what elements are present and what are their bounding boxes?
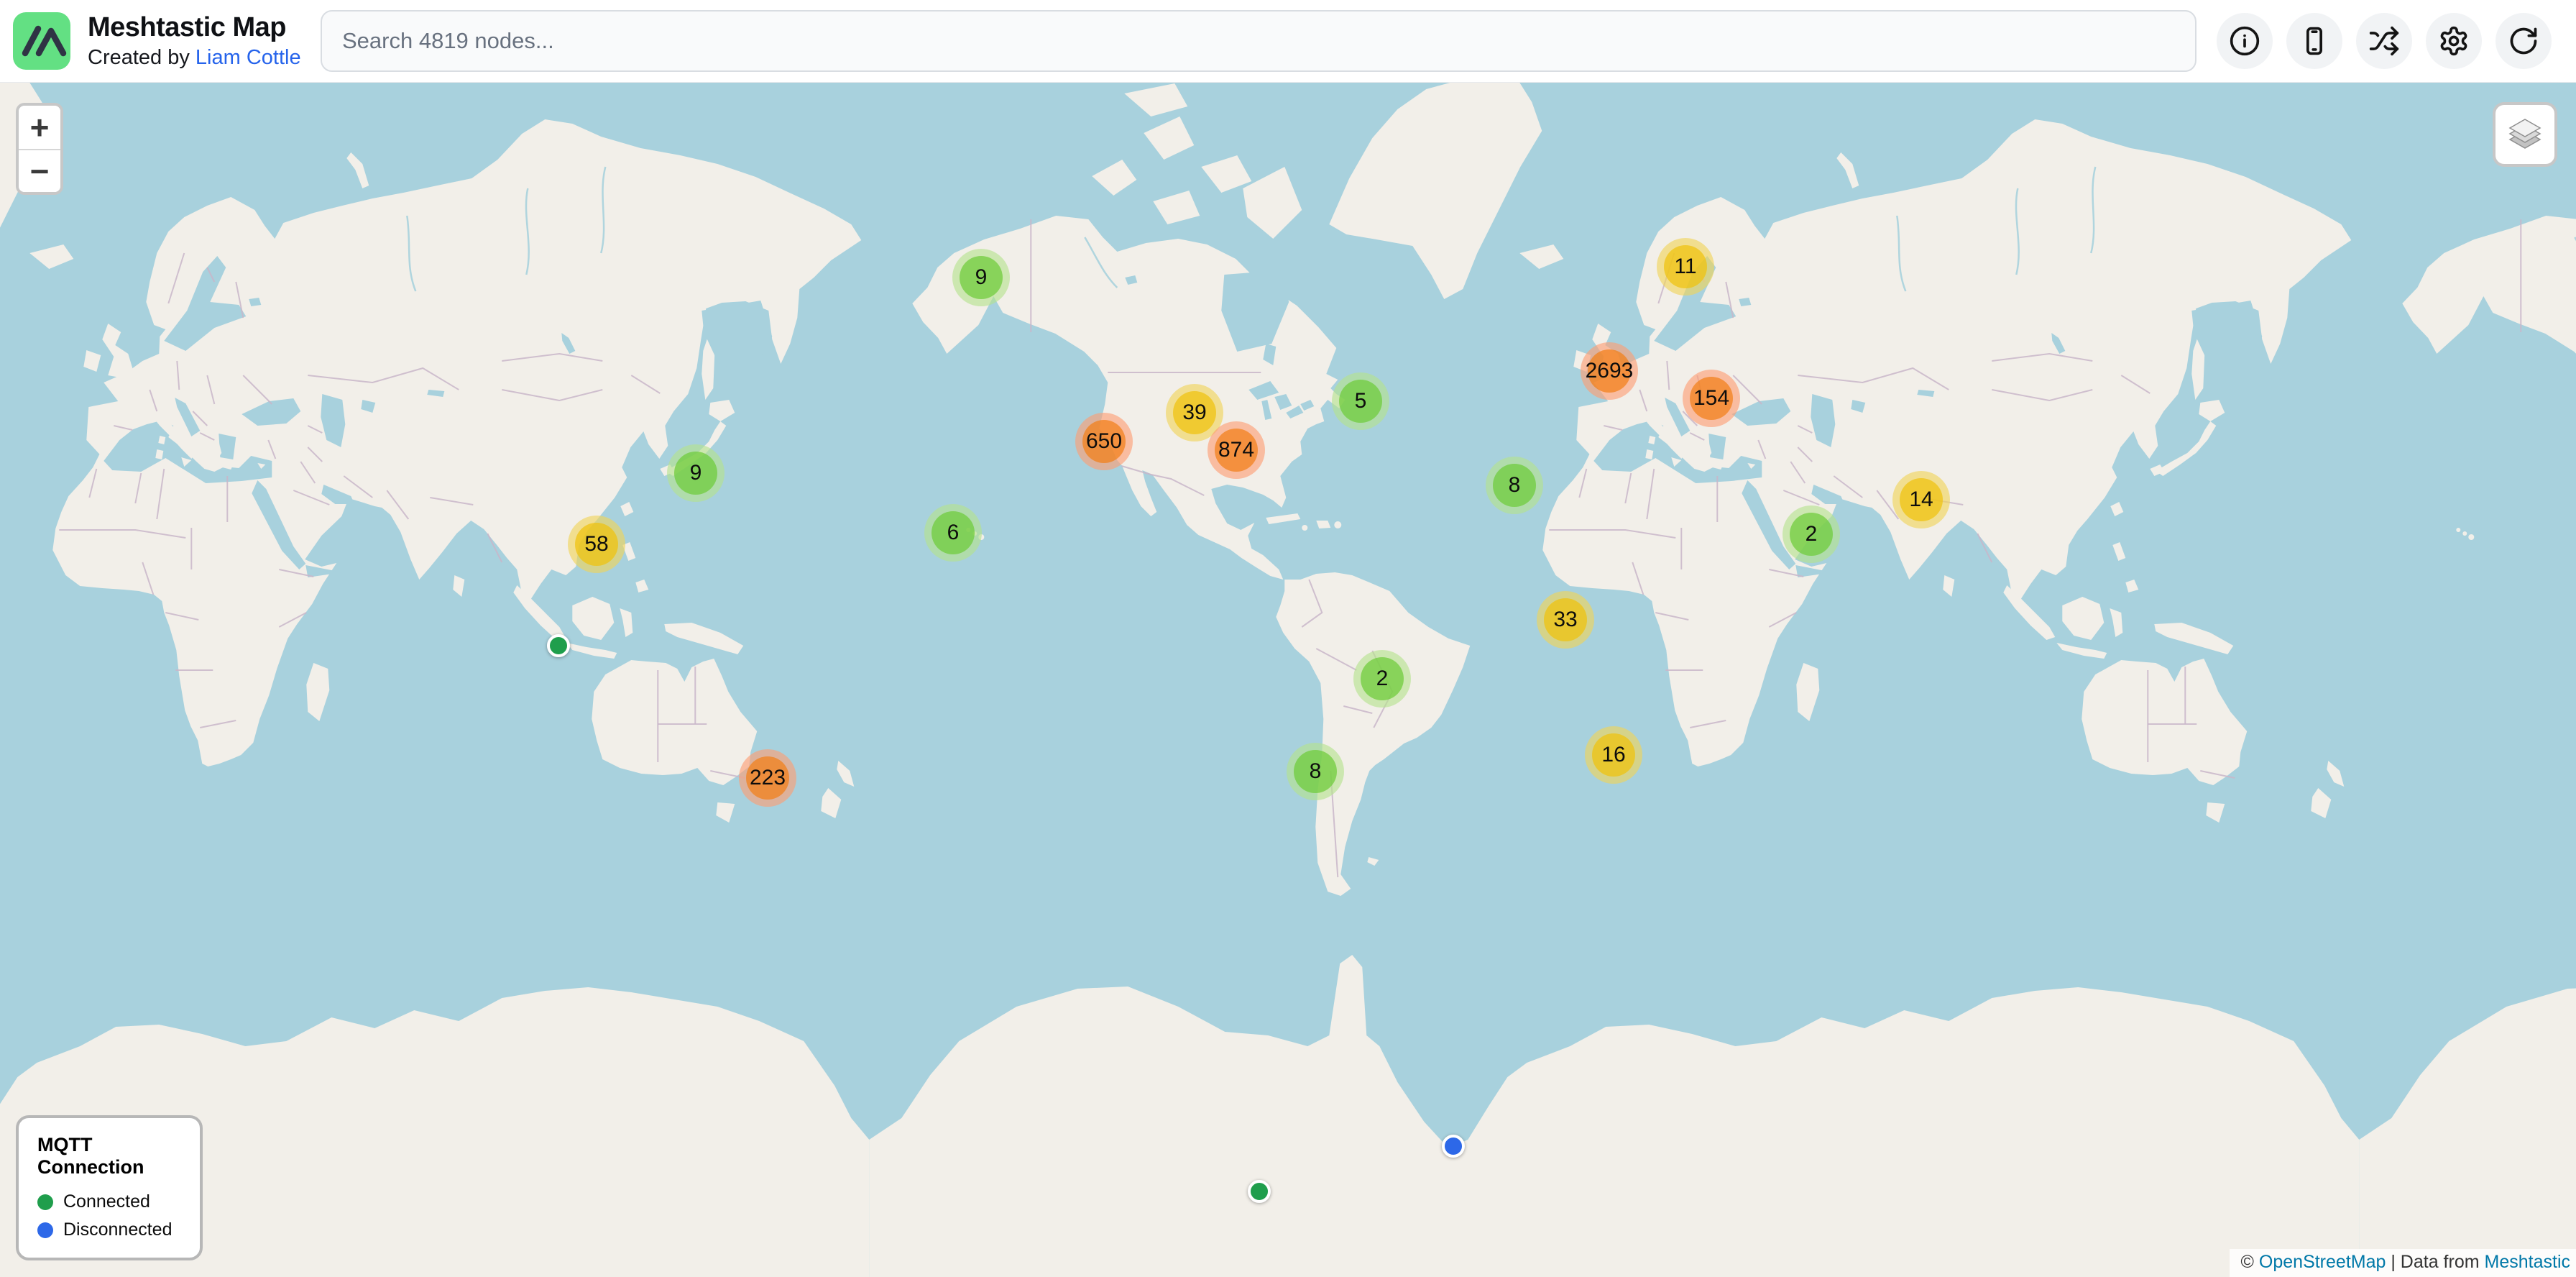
gear-icon [2438, 25, 2470, 57]
cluster-marker[interactable]: 223 [739, 749, 796, 807]
cluster-marker[interactable]: 8 [1287, 743, 1344, 800]
cluster-marker[interactable]: 2 [1782, 505, 1840, 563]
subtitle-prefix: Created by [88, 46, 190, 69]
header-buttons [2217, 13, 2552, 69]
cluster-marker[interactable]: 33 [1537, 591, 1594, 649]
info-icon [2229, 25, 2260, 57]
mqtt-legend: MQTT Connection Connected Disconnected [16, 1115, 203, 1260]
cluster-marker[interactable]: 6 [924, 504, 982, 562]
zoom-in-button[interactable]: + [19, 106, 60, 149]
node-marker-connected[interactable] [547, 634, 570, 657]
mobile-app-button[interactable] [2286, 13, 2342, 69]
cluster-marker[interactable]: 14 [1892, 471, 1950, 528]
legend-item-connected: Connected [37, 1191, 200, 1212]
settings-button[interactable] [2426, 13, 2482, 69]
legend-title: MQTT Connection [37, 1134, 200, 1178]
cluster-marker[interactable]: 9 [667, 444, 724, 502]
brand: Meshtastic Map Created by Liam Cottle [13, 12, 301, 70]
header: Meshtastic Map Created by Liam Cottle [0, 0, 2576, 83]
cluster-marker[interactable]: 11 [1657, 238, 1714, 296]
page-subtitle: Created by Liam Cottle [88, 45, 301, 70]
map-attribution: © OpenStreetMap | Data from Meshtastic [2230, 1249, 2576, 1277]
zoom-out-button[interactable]: − [19, 149, 60, 192]
cluster-marker[interactable]: 58 [568, 516, 625, 573]
cluster-marker[interactable]: 9 [952, 249, 1010, 306]
page-title: Meshtastic Map [88, 12, 301, 45]
shuffle-icon [2368, 25, 2400, 57]
cluster-marker[interactable]: 5 [1332, 372, 1389, 430]
refresh-icon [2508, 25, 2539, 57]
legend-item-disconnected: Disconnected [37, 1219, 200, 1240]
cluster-marker[interactable]: 650 [1075, 413, 1133, 470]
cluster-marker[interactable]: 16 [1585, 726, 1642, 784]
node-marker-disconnected[interactable] [1442, 1135, 1465, 1158]
map-canvas[interactable]: 939650874511269315482143316958628223 + −… [0, 83, 2576, 1277]
cluster-marker[interactable]: 154 [1683, 370, 1740, 427]
copyright-symbol: © [2241, 1252, 2254, 1272]
zoom-control: + − [16, 103, 63, 195]
author-link[interactable]: Liam Cottle [196, 46, 301, 69]
meshtastic-map-app: Meshtastic Map Created by Liam Cottle [0, 0, 2576, 1277]
connected-dot-icon [37, 1194, 53, 1210]
meshtastic-link[interactable]: Meshtastic [2485, 1252, 2570, 1272]
search-input[interactable] [321, 10, 2196, 72]
refresh-button[interactable] [2496, 13, 2552, 69]
node-marker-connected[interactable] [1248, 1180, 1271, 1203]
markers-layer: 939650874511269315482143316958628223 [0, 83, 2576, 1277]
cluster-marker[interactable]: 2 [1353, 650, 1411, 708]
random-node-button[interactable] [2356, 13, 2412, 69]
meshtastic-logo-icon [13, 12, 70, 70]
cluster-marker[interactable]: 874 [1208, 421, 1265, 479]
cluster-marker[interactable]: 2693 [1581, 342, 1638, 400]
smartphone-icon [2299, 25, 2330, 57]
disconnected-dot-icon [37, 1222, 53, 1238]
info-button[interactable] [2217, 13, 2273, 69]
attribution-text: | Data from [2391, 1252, 2479, 1272]
layers-control[interactable] [2493, 102, 2557, 167]
cluster-marker[interactable]: 8 [1486, 457, 1543, 514]
layers-icon [2506, 115, 2544, 154]
openstreetmap-link[interactable]: OpenStreetMap [2259, 1252, 2386, 1272]
